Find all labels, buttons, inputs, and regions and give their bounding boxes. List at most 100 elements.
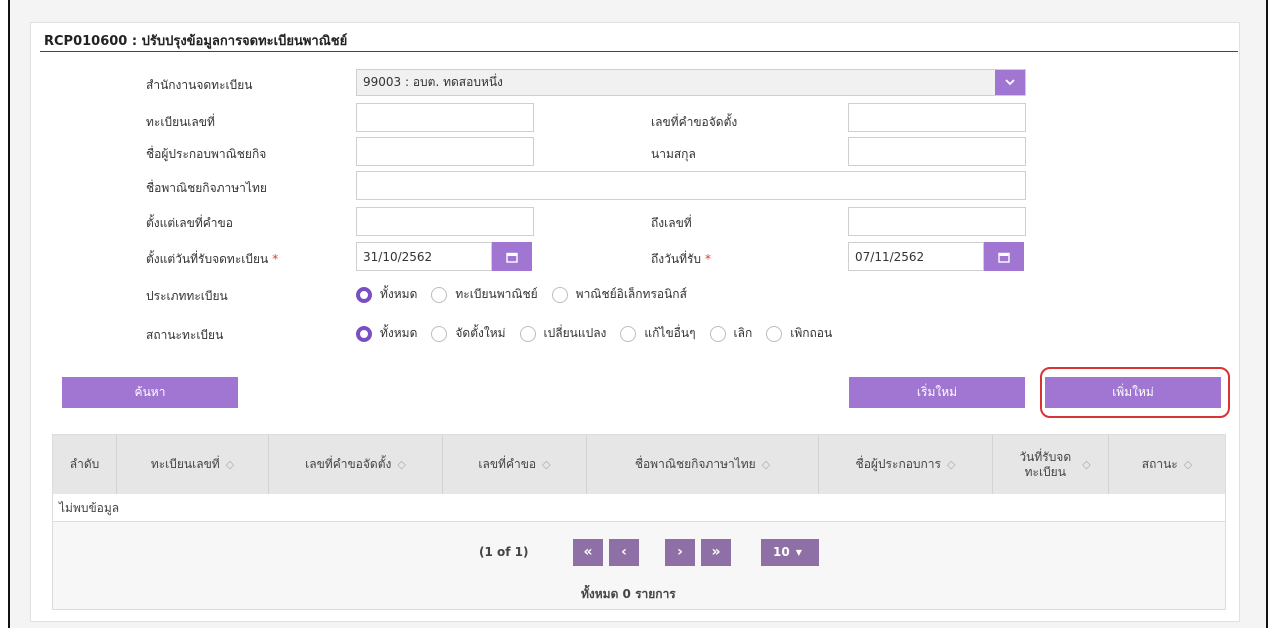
business-name-input[interactable] [356,171,1026,200]
from-date-input[interactable] [356,242,492,271]
rows-per-page-select[interactable]: 10 ▼ [761,539,819,566]
empty-message: ไม่พบข้อมูล [53,494,1225,522]
operator-name-label: ชื่อผู้ประกอบพาณิชยกิจ [146,147,267,161]
first-page-button[interactable]: « [573,539,603,566]
radio-button-icon[interactable] [431,286,448,303]
calendar-icon[interactable] [492,242,532,271]
last-page-button[interactable]: » [701,539,731,566]
office-select[interactable]: 99003 : อบต. ทดสอบหนึ่ง [356,69,1026,96]
sort-icon: ◇ [946,458,956,471]
results-table: ลำดับ ทะเบียนเลขที่ ◇ เลขที่คำขอจัดตั้ง ◇ … [52,434,1226,610]
column-header-reg-date[interactable]: วันที่รับจด ทะเบียน ◇ [993,435,1109,494]
required-mark: * [705,252,712,266]
sort-icon: ◇ [397,458,406,471]
status-option-0[interactable]: ทั้งหมด [356,324,417,343]
column-header-label: ลำดับ [69,457,100,471]
to-date-label-text: ถึงวันที่รับ [651,252,702,266]
sort-icon: ◇ [1183,458,1193,471]
sort-icon: ◇ [542,458,551,471]
reg_type-option-2[interactable]: พาณิชย์อิเล็กทรอนิกส์ [551,285,687,304]
table-header: ลำดับ ทะเบียนเลขที่ ◇ เลขที่คำขอจัดตั้ง ◇ … [53,435,1225,494]
status-option-4[interactable]: เลิก [709,324,753,343]
reg_type-option-label: ทั้งหมด [380,287,418,301]
rows-per-page-value: 10 [773,545,790,559]
status-option-label: เพิกถอน [790,326,833,340]
to-date-input[interactable] [848,242,984,271]
status-radio-group: ทั้งหมด จัดตั้งใหม่ เปลี่ยนแปลง แก้ไขอื่นๆ เ… [356,324,846,343]
surname-label: นามสกุล [651,147,696,161]
column-header-business-name[interactable]: ชื่อพาณิชยกิจภาษาไทย ◇ [587,435,819,494]
column-header-label: ชื่อผู้ประกอบการ [855,457,941,471]
page-title: RCP010600 : ปรับปรุงข้อมูลการจดทะเบียนพา… [44,34,348,49]
status-option-1[interactable]: จัดตั้งใหม่ [431,324,506,343]
sort-icon: ◇ [761,458,771,471]
request-no-label: เลขที่คำขอจัดตั้ง [651,115,738,129]
status-label: สถานะทะเบียน [146,328,224,342]
status-option-label: ทั้งหมด [380,326,418,340]
title-divider [40,51,1238,52]
from-date-label-text: ตั้งแต่วันที่รับจดทะเบียน [146,252,269,266]
status-option-label: จัดตั้งใหม่ [455,326,506,340]
radio-button-icon[interactable] [356,286,372,303]
reg-type-label: ประเภททะเบียน [146,289,228,303]
status-option-3[interactable]: แก้ไขอื่นๆ [620,324,696,343]
column-header-label: วันที่รับจด ทะเบียน [1019,449,1072,479]
column-header-seq[interactable]: ลำดับ [53,435,117,494]
column-header-reg-no[interactable]: ทะเบียนเลขที่ ◇ [117,435,269,494]
reg-no-input[interactable] [356,103,534,132]
column-header-label: เลขที่คำขอจัดตั้ง [305,457,392,471]
status-option-label: แก้ไขอื่นๆ [644,326,696,340]
page-info: (1 of 1) [479,545,529,559]
reg-type-radio-group: ทั้งหมด ทะเบียนพาณิชย์ พาณิชย์อิเล็กทรอนิก… [356,285,701,304]
column-header-label: ทะเบียนเลขที่ [150,457,220,471]
column-header-req-no[interactable]: เลขที่คำขอ ◇ [443,435,587,494]
radio-button-icon[interactable] [766,325,783,342]
status-option-label: เลิก [733,326,753,340]
status-option-label: เปลี่ยนแปลง [543,326,607,340]
to-date-label: ถึงวันที่รับ * [651,250,711,269]
sort-icon: ◇ [225,458,235,471]
to-no-input[interactable] [848,207,1026,236]
column-header-label: ชื่อพาณิชยกิจภาษาไทย [634,457,756,471]
sort-icon: ◇ [1082,458,1091,471]
reg_type-option-1[interactable]: ทะเบียนพาณิชย์ [431,285,538,304]
paginator: (1 of 1) « ‹ › » 10 ▼ ทั้งหมด 0 รายการ [53,523,1225,609]
status-option-5[interactable]: เพิกถอน [766,324,832,343]
operator-name-input[interactable] [356,137,534,166]
column-header-operator[interactable]: ชื่อผู้ประกอบการ ◇ [819,435,993,494]
column-header-status[interactable]: สถานะ ◇ [1109,435,1225,494]
prev-page-button[interactable]: ‹ [609,539,639,566]
reg_type-option-0[interactable]: ทั้งหมด [356,285,417,304]
from-request-input[interactable] [356,207,534,236]
status-option-2[interactable]: เปลี่ยนแปลง [519,324,607,343]
chevron-down-icon[interactable] [995,70,1025,95]
reg_type-option-label: ทะเบียนพาณิชย์ [455,287,538,301]
radio-button-icon[interactable] [620,325,637,342]
column-header-request-no[interactable]: เลขที่คำขอจัดตั้ง ◇ [269,435,443,494]
required-mark: * [272,252,279,266]
caret-down-icon: ▼ [795,548,802,557]
business-name-label: ชื่อพาณิชยกิจภาษาไทย [146,181,267,195]
column-header-label: สถานะ [1141,457,1178,471]
surname-input[interactable] [848,137,1026,166]
reg_type-option-label: พาณิชย์อิเล็กทรอนิกส์ [575,287,687,301]
column-header-label: เลขที่คำขอ [478,457,537,471]
radio-button-icon[interactable] [519,325,536,342]
request-no-input[interactable] [848,103,1026,132]
highlight-box [1040,367,1230,418]
from-date-label: ตั้งแต่วันที่รับจดทะเบียน * [146,250,278,269]
radio-button-icon[interactable] [709,325,726,342]
office-label: สำนักงานจดทะเบียน [146,78,253,92]
next-page-button[interactable]: › [665,539,695,566]
from-request-label: ตั้งแต่เลขที่คำขอ [146,216,233,230]
calendar-icon[interactable] [984,242,1024,271]
radio-button-icon[interactable] [356,325,372,342]
reg-no-label: ทะเบียนเลขที่ [146,115,215,129]
office-select-value: 99003 : อบต. ทดสอบหนึ่ง [363,75,503,89]
search-button[interactable]: ค้นหา [62,377,238,408]
to-no-label: ถึงเลขที่ [651,216,692,230]
reset-button[interactable]: เริ่มใหม่ [849,377,1025,408]
radio-button-icon[interactable] [431,325,448,342]
total-count: ทั้งหมด 0 รายการ [581,587,676,601]
radio-button-icon[interactable] [551,286,568,303]
